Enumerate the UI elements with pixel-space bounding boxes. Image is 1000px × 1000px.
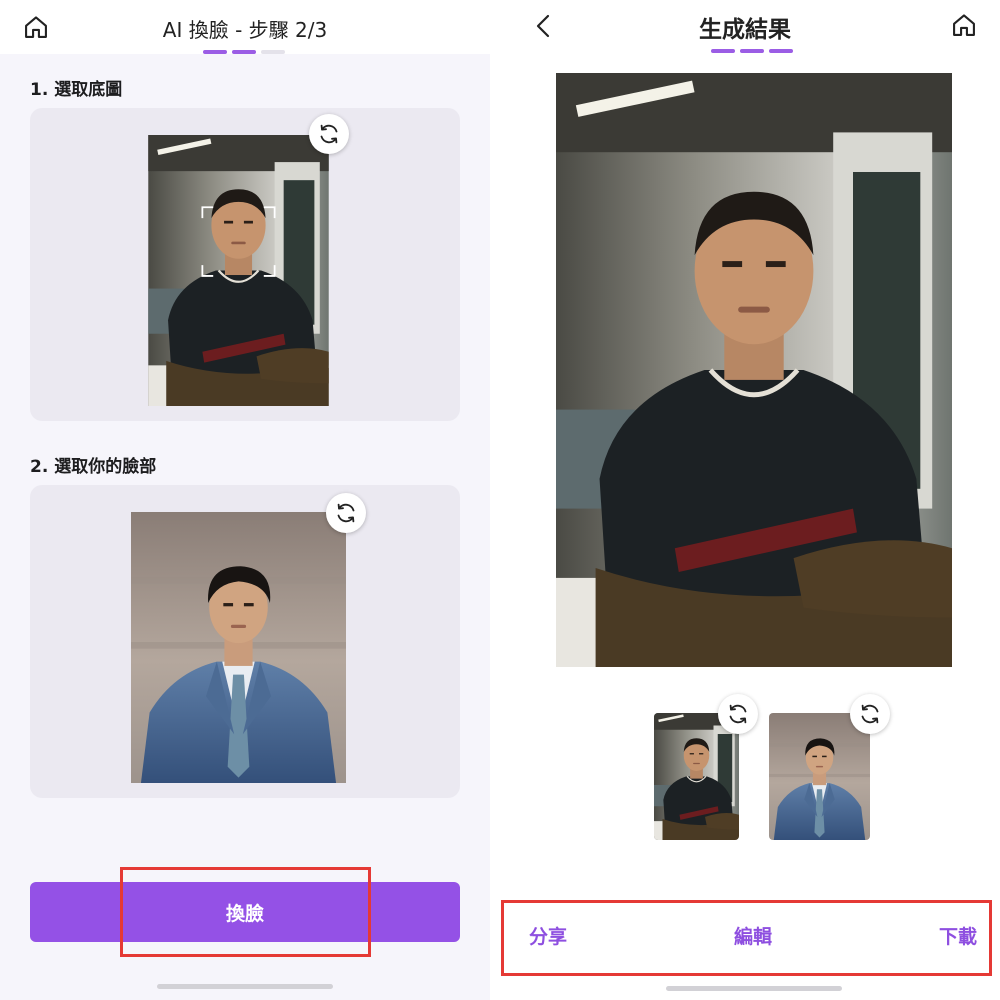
progress-step-2 [740,49,764,53]
download-button[interactable]: 下載 [939,922,977,949]
replace-face-thumbnail-button[interactable] [850,694,890,734]
progress-step-1 [711,49,735,53]
refresh-icon [334,501,358,525]
base-image-card [30,108,460,421]
top-bar: AI 換臉 - 步驟 2/3 [0,0,490,54]
result-image[interactable] [556,73,952,667]
page-title: AI 換臉 - 步驟 2/3 [162,18,328,42]
step-progress [203,50,285,54]
face-swap-step-screen: AI 換臉 - 步驟 2/3 1. 選取底圖 2. 選取你的臉部 換臉 [0,0,490,1000]
progress-step-1 [203,50,227,54]
share-button[interactable]: 分享 [529,922,567,949]
section-face-label: 2. 選取你的臉部 [30,457,157,477]
face-swap-button[interactable]: 換臉 [30,882,460,942]
face-image-thumbnail[interactable] [769,713,870,840]
refresh-icon [317,122,341,146]
edit-button[interactable]: 編輯 [734,922,772,949]
refresh-icon [858,702,882,726]
replace-base-thumbnail-button[interactable] [718,694,758,734]
home-indicator [666,986,842,991]
section-base-image-label: 1. 選取底圖 [30,80,123,100]
step-progress [711,49,793,53]
page-title: 生成結果 [699,17,791,43]
replace-base-image-button[interactable] [309,114,349,154]
home-icon[interactable] [950,11,978,39]
progress-step-2 [232,50,256,54]
home-indicator [157,984,333,989]
refresh-icon [726,702,750,726]
replace-face-image-button[interactable] [326,493,366,533]
progress-step-3 [261,50,285,54]
result-screen: 生成結果 分享 編輯 下載 [490,0,1000,1000]
face-image-card [30,485,460,798]
base-image-thumbnail[interactable] [654,713,739,840]
face-image[interactable] [131,512,346,783]
progress-step-3 [769,49,793,53]
base-image[interactable] [148,135,329,406]
